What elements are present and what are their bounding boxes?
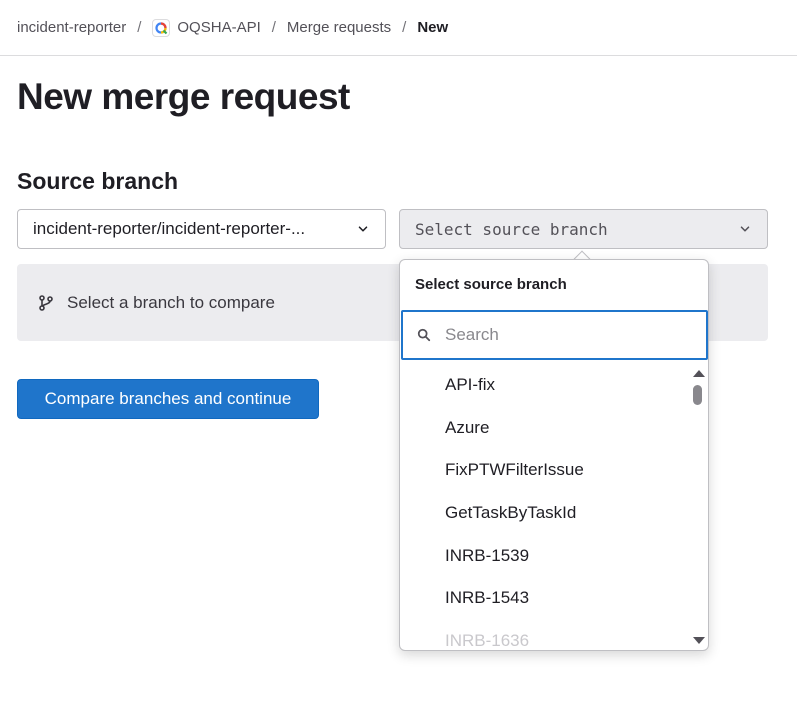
dropdown-header: Select source branch	[415, 276, 567, 293]
page-title: New merge request	[17, 76, 350, 117]
branch-option[interactable]: INRB-1539	[400, 534, 688, 577]
scroll-down-arrow-icon[interactable]	[693, 637, 705, 644]
breadcrumb-merge-requests[interactable]: Merge requests	[287, 19, 391, 36]
branch-option[interactable]: FixPTWFilterIssue	[400, 449, 688, 492]
branch-search-input[interactable]	[445, 325, 685, 345]
branch-list: API-fix Azure FixPTWFilterIssue GetTaskB…	[400, 364, 688, 650]
branch-option[interactable]: INRB-1543	[400, 577, 688, 620]
search-icon	[417, 328, 431, 342]
source-project-value: incident-reporter/incident-reporter-...	[33, 219, 306, 238]
breadcrumb-separator: /	[137, 19, 142, 36]
breadcrumb-group[interactable]: incident-reporter	[17, 19, 126, 36]
source-project-select[interactable]: incident-reporter/incident-reporter-...	[17, 209, 386, 249]
branch-option[interactable]: API-fix	[400, 364, 688, 407]
compare-branches-button[interactable]: Compare branches and continue	[17, 379, 319, 419]
scroll-up-arrow-icon[interactable]	[693, 370, 705, 377]
breadcrumb: incident-reporter / OQSHA-API / Merge re…	[0, 0, 797, 56]
breadcrumb-current: New	[417, 19, 449, 36]
branch-option[interactable]: INRB-1636	[400, 620, 688, 650]
dropdown-scrollbar[interactable]	[689, 364, 707, 650]
chevron-down-icon	[358, 226, 368, 232]
source-branch-dropdown: Select source branch API-fix Azure FixPT…	[399, 259, 709, 651]
branch-option[interactable]: Azure	[400, 407, 688, 450]
branch-icon	[37, 294, 55, 312]
source-branch-placeholder: Select source branch	[415, 219, 608, 239]
source-branch-select[interactable]: Select source branch	[399, 209, 768, 249]
project-avatar-icon	[152, 18, 171, 37]
source-branch-heading: Source branch	[17, 168, 179, 194]
scrollbar-thumb[interactable]	[693, 385, 702, 405]
branch-search-field[interactable]	[401, 310, 708, 360]
compare-hint-text: Select a branch to compare	[67, 292, 275, 312]
breadcrumb-separator: /	[402, 19, 407, 36]
breadcrumb-project[interactable]: OQSHA-API	[177, 19, 260, 36]
branch-option[interactable]: GetTaskByTaskId	[400, 492, 688, 535]
breadcrumb-separator: /	[271, 19, 276, 36]
chevron-down-icon	[740, 226, 750, 232]
